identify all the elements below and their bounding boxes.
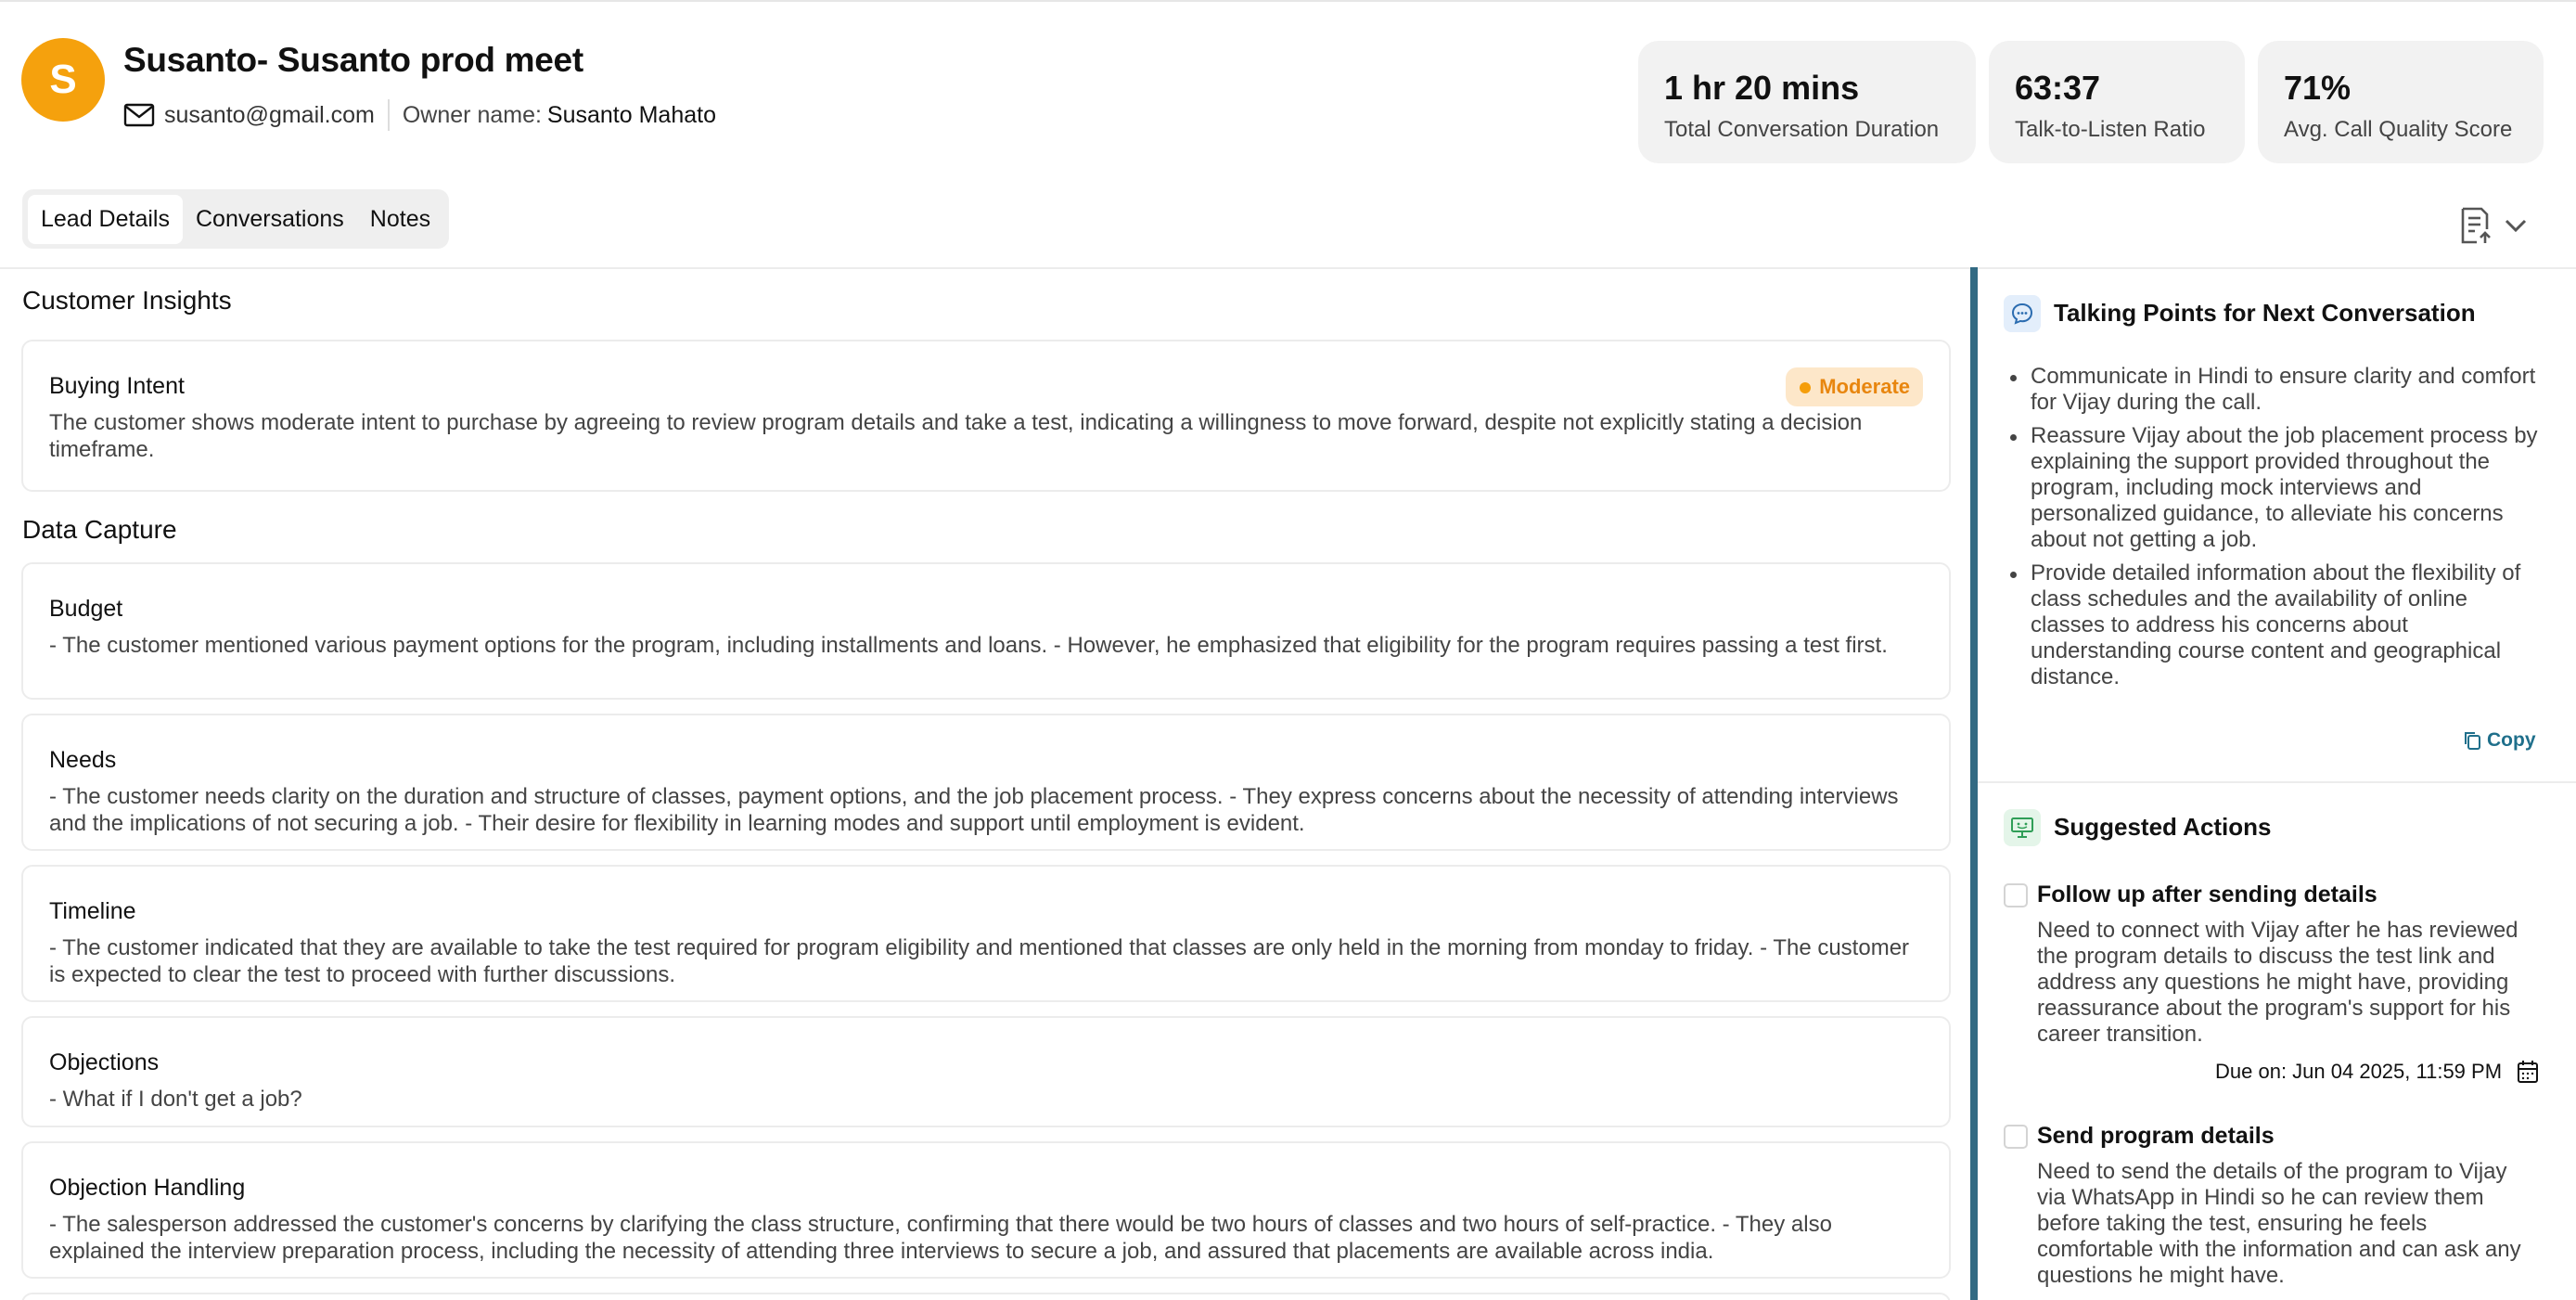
suggested-actions-title: Suggested Actions bbox=[2054, 813, 2272, 841]
card-body: - The customer mentioned various payment… bbox=[49, 633, 1888, 658]
owner-label: Owner name: bbox=[402, 101, 542, 128]
action-checkbox[interactable] bbox=[2004, 882, 2028, 907]
talking-points-title: Talking Points for Next Conversation bbox=[2054, 299, 2476, 327]
panel-divider bbox=[1970, 267, 1978, 1300]
action-title: Send program details bbox=[2037, 1123, 2275, 1149]
card-title: Timeline bbox=[49, 898, 136, 924]
stat-value: 71% bbox=[2284, 69, 2352, 107]
due-date-text: Due on: Jun 04 2025, 11:59 PM bbox=[2215, 1060, 2503, 1083]
avatar: S bbox=[21, 38, 105, 122]
card-body: The customer shows moderate intent to pu… bbox=[49, 410, 1863, 462]
stat-value: 63:37 bbox=[2015, 69, 2101, 107]
action-checkbox[interactable] bbox=[2004, 1124, 2028, 1149]
chat-bubble-icon bbox=[2004, 295, 2041, 332]
calendar-icon[interactable] bbox=[2517, 1060, 2539, 1084]
mail-icon bbox=[123, 103, 155, 127]
card-title: Objection Handling bbox=[49, 1175, 246, 1201]
stat-label: Avg. Call Quality Score bbox=[2284, 117, 2513, 142]
status-badge: Moderate bbox=[1786, 367, 1923, 406]
lead-email[interactable]: susanto@gmail.com bbox=[164, 102, 375, 129]
needs-card: Needs - The customer needs clarity on th… bbox=[21, 714, 1951, 851]
list-item: Provide detailed information about the f… bbox=[2008, 560, 2546, 690]
copy-icon bbox=[2465, 732, 2480, 750]
action-description: Need to connect with Vijay after he has … bbox=[2037, 918, 2518, 1047]
card-title: Budget bbox=[49, 596, 123, 622]
list-item: Reassure Vijay about the job placement p… bbox=[2008, 423, 2546, 553]
panel-section-divider bbox=[1978, 781, 2576, 783]
meta-divider bbox=[387, 99, 390, 131]
card-body: - The salesperson addressed the customer… bbox=[49, 1212, 1832, 1264]
tab-notes[interactable]: Notes bbox=[357, 195, 443, 244]
card-title: Buying Intent bbox=[49, 373, 185, 399]
timeline-card: Timeline - The customer indicated that t… bbox=[21, 865, 1951, 1002]
presentation-icon bbox=[2004, 809, 2041, 846]
list-item: Communicate in Hindi to ensure clarity a… bbox=[2008, 364, 2546, 416]
chevron-down-icon[interactable] bbox=[2504, 218, 2528, 233]
tab-lead-details[interactable]: Lead Details bbox=[28, 194, 183, 244]
action-item: Send program details Need to send the de… bbox=[2004, 1123, 2560, 1289]
page-title: Susanto- Susanto prod meet bbox=[123, 41, 583, 79]
data-capture-title: Data Capture bbox=[22, 515, 177, 544]
action-description: Need to send the details of the program … bbox=[2037, 1159, 2521, 1288]
card-body: - What if I don't get a job? bbox=[49, 1087, 302, 1112]
next-card-partial bbox=[21, 1293, 1951, 1300]
stat-label: Total Conversation Duration bbox=[1664, 117, 1940, 142]
copy-label: Copy bbox=[2487, 729, 2536, 751]
owner-name: Susanto Mahato bbox=[546, 101, 716, 128]
lead-meta: susanto@gmail.com Owner name: Susanto Ma… bbox=[123, 97, 716, 134]
objection-handling-card: Objection Handling - The salesperson add… bbox=[21, 1141, 1951, 1279]
stat-card-quality: 71% Avg. Call Quality Score bbox=[2258, 41, 2544, 163]
stat-card-talk-listen: 63:37 Talk-to-Listen Ratio bbox=[1989, 41, 2245, 163]
tab-bar: Lead Details Conversations Notes bbox=[22, 189, 450, 249]
due-date: Due on: Jun 04 2025, 11:59 PM bbox=[2215, 1060, 2539, 1084]
action-item: Follow up after sending details Need to … bbox=[2004, 882, 2560, 1048]
top-border bbox=[0, 0, 2576, 2]
card-body: - The customer needs clarity on the dura… bbox=[49, 784, 1899, 836]
talking-points-list: Communicate in Hindi to ensure clarity a… bbox=[2008, 364, 2546, 698]
action-title: Follow up after sending details bbox=[2037, 882, 2377, 907]
header-divider bbox=[0, 267, 2576, 269]
objections-card: Objections - What if I don't get a job? bbox=[21, 1016, 1951, 1127]
tab-conversations[interactable]: Conversations bbox=[183, 195, 357, 244]
stat-value: 1 hr 20 mins bbox=[1664, 69, 1860, 107]
stat-card-duration: 1 hr 20 mins Total Conversation Duration bbox=[1638, 41, 1976, 163]
export-dropdown[interactable] bbox=[2459, 206, 2528, 245]
buying-intent-card: Buying Intent Moderate The customer show… bbox=[21, 340, 1951, 492]
budget-card: Budget - The customer mentioned various … bbox=[21, 562, 1951, 700]
card-title: Needs bbox=[49, 747, 117, 773]
copy-button[interactable]: Copy bbox=[2463, 729, 2536, 752]
stat-label: Talk-to-Listen Ratio bbox=[2015, 117, 2206, 142]
card-title: Objections bbox=[49, 1049, 160, 1075]
document-upload-icon[interactable] bbox=[2459, 206, 2493, 245]
card-body: - The customer indicated that they are a… bbox=[49, 935, 1910, 987]
customer-insights-title: Customer Insights bbox=[22, 286, 232, 315]
